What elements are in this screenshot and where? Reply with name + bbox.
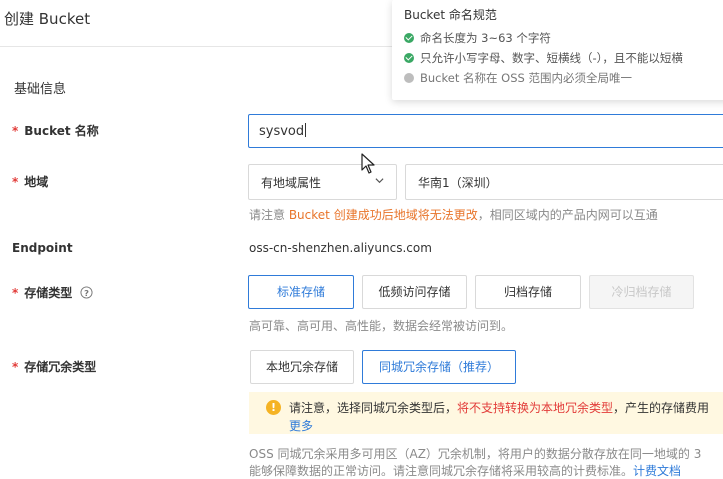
redundancy-label-text: 存储冗余类型 bbox=[24, 360, 97, 374]
storage-class-label: * 存储类型 ? bbox=[12, 284, 94, 301]
region-value: 华南1（深圳） bbox=[418, 176, 498, 190]
pending-circle-icon bbox=[404, 73, 414, 83]
redundancy-desc-line1: OSS 同城冗余采用多可用区（AZ）冗余机制，将用户的数据分散存放在同一地域的 … bbox=[249, 447, 702, 461]
bucket-name-label: * Bucket 名称 bbox=[12, 122, 99, 139]
redundancy-desc-line2: 能够保障数据的正常访问。请注意同城冗余存储将采用较高的计费标准。计费文档 bbox=[249, 462, 681, 479]
region-hint-prefix: 请注意 bbox=[249, 208, 289, 222]
storage-option-cold-archive: 冷归档存储 bbox=[589, 275, 694, 309]
redundancy-option-lrs[interactable]: 本地冗余存储 bbox=[250, 350, 354, 384]
redundancy-alert-text: 请注意，选择同城冗余类型后，将不支持转换为本地冗余类型，产生的存储费用 bbox=[289, 399, 709, 416]
text-caret bbox=[305, 123, 307, 137]
naming-rule-unique-text: Bucket 名称在 OSS 范围内必须全局唯一 bbox=[420, 71, 632, 85]
endpoint-value: oss-cn-shenzhen.aliyuncs.com bbox=[249, 241, 432, 255]
required-mark: * bbox=[12, 124, 19, 138]
region-hint-warning: Bucket 创建成功后地域将无法更改 bbox=[288, 208, 478, 222]
mouse-cursor-icon bbox=[361, 153, 375, 174]
bucket-name-label-text: Bucket 名称 bbox=[24, 124, 99, 138]
required-mark: * bbox=[12, 360, 19, 374]
storage-option-ia[interactable]: 低频访问存储 bbox=[362, 275, 467, 309]
region-type-value: 有地域属性 bbox=[261, 176, 322, 190]
naming-rule-unique: Bucket 名称在 OSS 范围内必须全局唯一 bbox=[404, 70, 632, 86]
check-circle-icon bbox=[404, 53, 414, 63]
billing-doc-link[interactable]: 计费文档 bbox=[633, 464, 681, 478]
bucket-name-value: sysvod bbox=[259, 124, 305, 139]
storage-class-label-text: 存储类型 bbox=[24, 286, 73, 300]
alert-more-link[interactable]: 更多 bbox=[289, 417, 313, 434]
naming-rules-popover: Bucket 命名规范 命名长度为 3~63 个字符 只允许小写字母、数字、短横… bbox=[392, 0, 723, 100]
page-title: 创建 Bucket bbox=[4, 10, 91, 28]
region-label: * 地域 bbox=[12, 173, 48, 190]
warning-icon: ! bbox=[266, 400, 281, 415]
endpoint-label: Endpoint bbox=[12, 241, 73, 255]
help-icon[interactable]: ? bbox=[80, 286, 94, 299]
svg-text:?: ? bbox=[85, 288, 90, 298]
naming-rule-length-text: 命名长度为 3~63 个字符 bbox=[420, 31, 551, 45]
naming-rule-length: 命名长度为 3~63 个字符 bbox=[404, 30, 551, 46]
required-mark: * bbox=[12, 286, 19, 300]
region-hint-suffix: ，相同区域内的产品内网可以互通 bbox=[477, 208, 658, 222]
redundancy-desc-line2-text: 能够保障数据的正常访问。请注意同城冗余存储将采用较高的计费标准。 bbox=[249, 464, 634, 478]
alert-prefix: 请注意，选择同城冗余类型后， bbox=[289, 401, 458, 415]
check-circle-icon bbox=[404, 33, 414, 43]
chevron-down-icon bbox=[375, 178, 384, 184]
storage-option-standard[interactable]: 标准存储 bbox=[248, 275, 354, 309]
bucket-name-input[interactable]: sysvod bbox=[248, 114, 723, 148]
storage-class-hint: 高可靠、高可用、高性能，数据会经常被访问到。 bbox=[249, 319, 514, 333]
storage-option-archive[interactable]: 归档存储 bbox=[475, 275, 581, 309]
redundancy-label: * 存储冗余类型 bbox=[12, 358, 96, 375]
region-label-text: 地域 bbox=[24, 175, 49, 189]
alert-suffix: ，产生的存储费用 bbox=[613, 401, 710, 415]
redundancy-option-zrs[interactable]: 同城冗余存储（推荐） bbox=[362, 350, 516, 384]
naming-rules-title: Bucket 命名规范 bbox=[404, 8, 497, 22]
redundancy-alert: ! 请注意，选择同城冗余类型后，将不支持转换为本地冗余类型，产生的存储费用 更多 bbox=[249, 392, 723, 434]
section-title-basic: 基础信息 bbox=[14, 82, 67, 97]
header-divider bbox=[0, 46, 395, 47]
alert-warning: 将不支持转换为本地冗余类型 bbox=[457, 401, 614, 415]
region-hint: 请注意 Bucket 创建成功后地域将无法更改，相同区域内的产品内网可以互通 bbox=[249, 206, 658, 223]
region-select[interactable]: 华南1（深圳） bbox=[405, 164, 723, 200]
naming-rule-charset-text: 只允许小写字母、数字、短横线（-），且不能以短横 bbox=[420, 51, 683, 65]
required-mark: * bbox=[12, 175, 19, 189]
naming-rule-charset: 只允许小写字母、数字、短横线（-），且不能以短横 bbox=[404, 50, 683, 66]
